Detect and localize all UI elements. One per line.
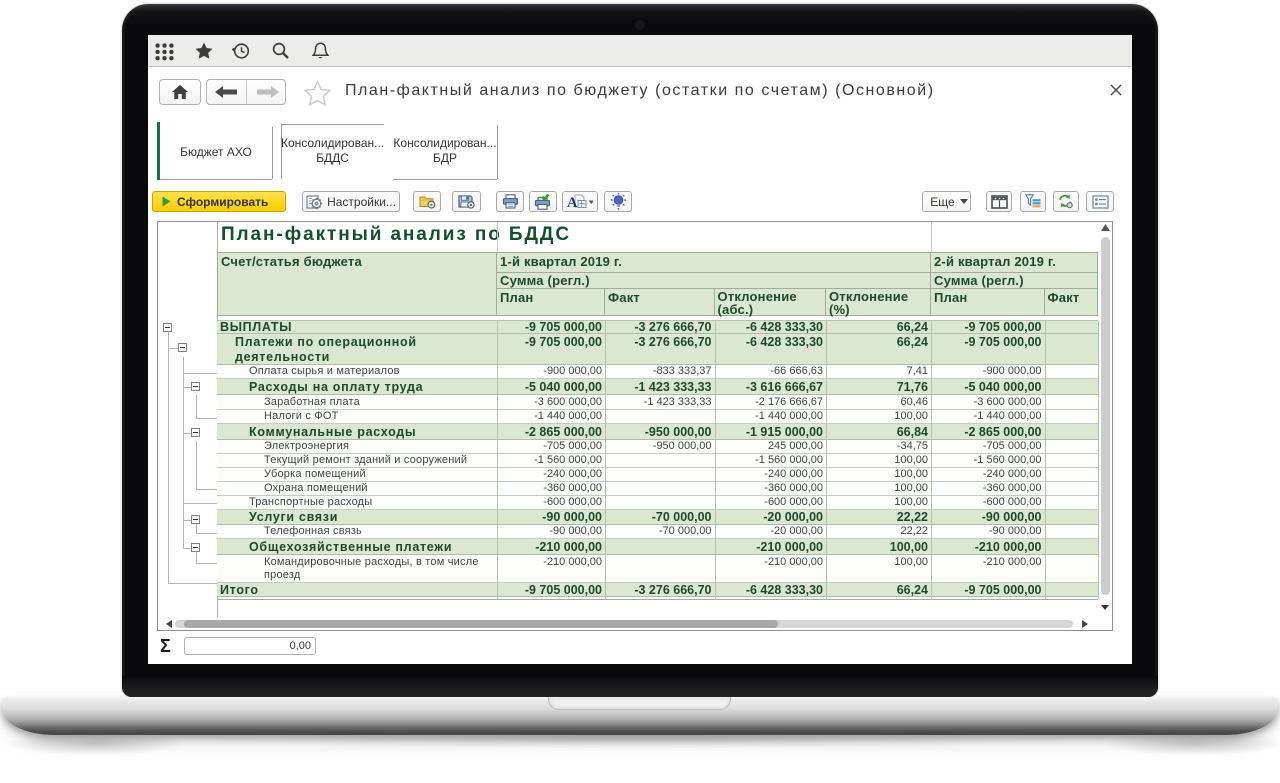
- svg-text:A: A: [567, 195, 578, 209]
